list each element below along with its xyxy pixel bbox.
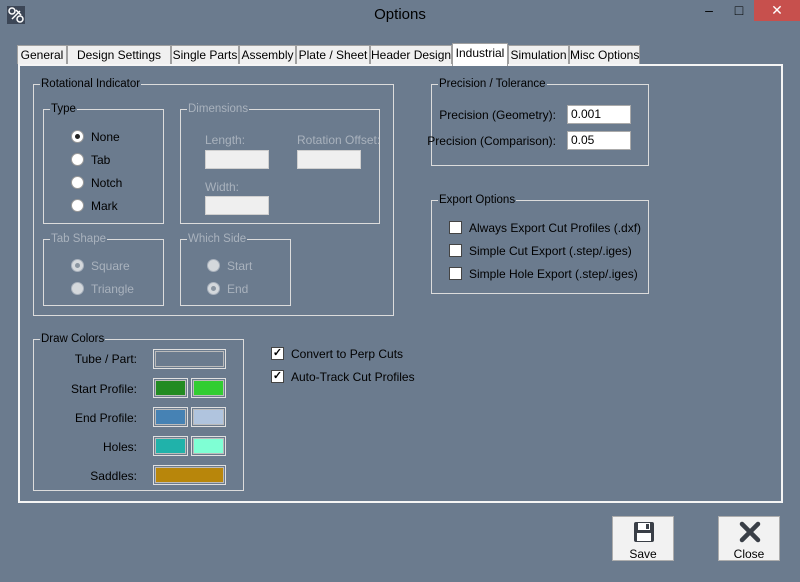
- radio-indicator: [71, 153, 84, 167]
- radio-indicator: [71, 199, 84, 213]
- export-options-group: Export Options Always Export Cut Profile…: [431, 193, 649, 294]
- simple-hole-export-checkbox[interactable]: Simple Hole Export (.step/.iges): [449, 266, 638, 282]
- tab-shape-radio-square[interactable]: Square: [71, 258, 130, 274]
- radio-indicator: [207, 259, 220, 273]
- dimensions-group: Dimensions Length: Rotation Offset: Widt…: [180, 102, 381, 224]
- which-side-radio-end[interactable]: End: [207, 281, 248, 297]
- start-profile-color-2-swatch[interactable]: [191, 378, 226, 398]
- tab-assembly[interactable]: Assembly: [239, 45, 296, 64]
- simple-cut-export-checkbox[interactable]: Simple Cut Export (.step/.iges): [449, 243, 632, 259]
- tube-part-label: Tube / Part:: [74, 352, 137, 366]
- holes-label: Holes:: [102, 440, 137, 454]
- tab-design-settings[interactable]: Design Settings: [67, 45, 171, 64]
- maximize-button[interactable]: □: [724, 0, 754, 21]
- holes-color-2-swatch[interactable]: [191, 436, 226, 456]
- export-options-label: Export Options: [438, 193, 517, 207]
- which-side-group: Which Side Start End: [180, 232, 291, 306]
- close-button[interactable]: Close: [718, 516, 780, 561]
- tab-single-parts[interactable]: Single Parts: [171, 45, 239, 64]
- auto-track-cut-profiles-checkbox[interactable]: ✓ Auto-Track Cut Profiles: [271, 369, 415, 385]
- draw-colors-group: Draw Colors Tube / Part: Start Profile: …: [33, 332, 244, 491]
- rotational-indicator-label: Rotational Indicator: [40, 77, 142, 91]
- industrial-panel: Rotational Indicator Type None Tab Notch…: [18, 64, 783, 503]
- which-side-radio-start[interactable]: Start: [207, 258, 252, 274]
- radio-indicator: [71, 130, 84, 144]
- type-label: Type: [50, 102, 77, 116]
- start-profile-color-1-swatch[interactable]: [153, 378, 188, 398]
- radio-indicator: [71, 176, 84, 190]
- radio-indicator: [71, 259, 84, 273]
- draw-colors-label: Draw Colors: [40, 332, 106, 346]
- radio-indicator: [71, 282, 84, 296]
- radio-indicator: [207, 282, 220, 296]
- precision-geometry-input[interactable]: 0.001: [567, 105, 631, 124]
- type-radio-mark[interactable]: Mark: [71, 198, 118, 214]
- precision-group: Precision / Tolerance Precision (Geometr…: [427, 77, 649, 166]
- tab-misc-options[interactable]: Misc Options: [569, 45, 640, 64]
- width-input[interactable]: [205, 196, 269, 215]
- tab-shape-radio-triangle[interactable]: Triangle: [71, 281, 134, 297]
- rotation-offset-label: Rotation Offset:: [297, 133, 381, 147]
- close-window-button[interactable]: ✕: [754, 0, 800, 21]
- start-profile-label: Start Profile:: [70, 382, 137, 396]
- end-profile-label: End Profile:: [74, 411, 137, 425]
- type-radio-none[interactable]: None: [71, 129, 120, 145]
- convert-to-perp-cuts-checkbox[interactable]: ✓ Convert to Perp Cuts: [271, 346, 403, 362]
- check-icon: ✓: [271, 347, 284, 361]
- precision-label: Precision / Tolerance: [438, 77, 547, 91]
- precision-comparison-input[interactable]: 0.05: [567, 131, 631, 150]
- close-label: Close: [733, 547, 765, 561]
- tube-part-color-swatch[interactable]: [153, 349, 226, 369]
- tab-plate-sheet[interactable]: Plate / Sheet: [296, 45, 370, 64]
- holes-color-1-swatch[interactable]: [153, 436, 188, 456]
- tab-simulation[interactable]: Simulation: [508, 45, 569, 64]
- window-title: Options: [374, 6, 426, 23]
- tab-header-design[interactable]: Header Design: [370, 45, 452, 64]
- length-input[interactable]: [205, 150, 269, 169]
- floppy-disk-icon: [634, 522, 654, 542]
- rotation-offset-input[interactable]: [297, 150, 361, 169]
- tab-industrial[interactable]: Industrial: [452, 43, 508, 66]
- saddles-color-swatch[interactable]: [153, 465, 226, 485]
- which-side-label: Which Side: [187, 232, 248, 246]
- checkbox-box: [449, 244, 462, 258]
- type-radio-notch[interactable]: Notch: [71, 175, 122, 191]
- save-label: Save: [629, 547, 657, 561]
- precision-comparison-label: Precision (Comparison):: [427, 134, 556, 148]
- saddles-label: Saddles:: [90, 469, 137, 483]
- tab-shape-group: Tab Shape Square Triangle: [43, 232, 164, 306]
- always-export-cut-profiles-checkbox[interactable]: Always Export Cut Profiles (.dxf): [449, 220, 641, 236]
- close-x-icon: [739, 521, 761, 543]
- precision-geometry-label: Precision (Geometry):: [439, 108, 556, 122]
- end-profile-color-2-swatch[interactable]: [191, 407, 226, 427]
- check-icon: ✓: [271, 370, 284, 384]
- title-bar: Options ‒ □ ✕: [0, 0, 800, 31]
- checkbox-box: [449, 221, 462, 235]
- save-button[interactable]: Save: [612, 516, 674, 561]
- tab-general[interactable]: General: [17, 45, 67, 64]
- rotational-indicator-group: Rotational Indicator Type None Tab Notch…: [33, 77, 394, 316]
- minimize-button[interactable]: ‒: [694, 0, 724, 21]
- end-profile-color-1-swatch[interactable]: [153, 407, 188, 427]
- type-group: Type None Tab Notch Mark: [43, 102, 164, 224]
- tab-shape-label: Tab Shape: [50, 232, 107, 246]
- type-radio-tab[interactable]: Tab: [71, 152, 110, 168]
- checkbox-box: [449, 267, 462, 281]
- width-label: Width:: [205, 180, 240, 194]
- length-label: Length:: [205, 133, 246, 147]
- dimensions-label: Dimensions: [187, 102, 250, 116]
